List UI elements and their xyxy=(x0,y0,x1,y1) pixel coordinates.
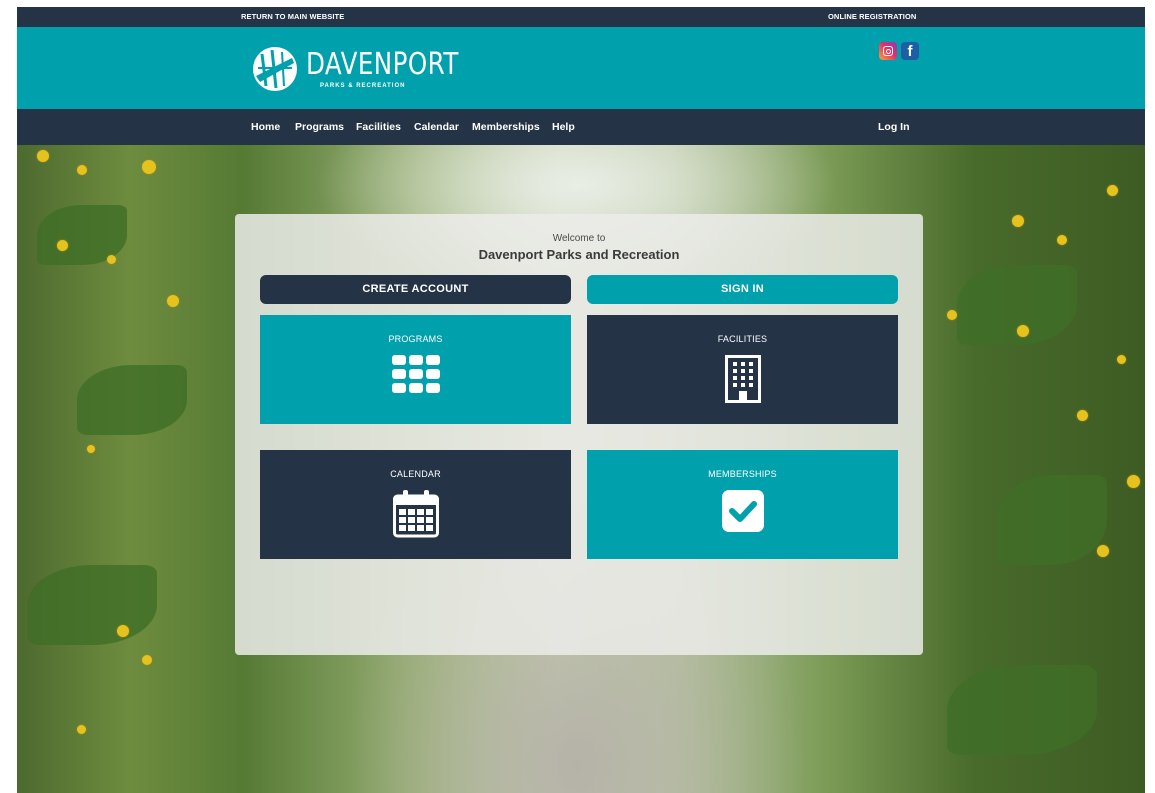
social-links: f xyxy=(879,42,919,60)
page-frame: RETURN TO MAIN WEBSITE ONLINE REGISTRATI… xyxy=(17,7,1145,793)
logo-emblem-icon xyxy=(253,47,297,91)
nav-item-facilities[interactable]: Facilities xyxy=(356,121,401,133)
facilities-tile-label: FACILITIES xyxy=(717,334,768,344)
hero-background: Welcome to Davenport Parks and Recreatio… xyxy=(17,145,1145,793)
top-utility-bar: RETURN TO MAIN WEBSITE ONLINE REGISTRATI… xyxy=(17,7,1145,27)
nav-item-calendar[interactable]: Calendar xyxy=(414,121,459,133)
nav-item-help[interactable]: Help xyxy=(552,121,575,133)
memberships-tile[interactable]: MEMBERSHIPS xyxy=(587,450,898,559)
facilities-tile[interactable]: FACILITIES xyxy=(587,315,898,424)
programs-tile[interactable]: PROGRAMS xyxy=(260,315,571,424)
return-to-main-website-link[interactable]: RETURN TO MAIN WEBSITE xyxy=(241,12,344,21)
site-header: DAVENPORT PARKS & RECREATION f xyxy=(17,27,1145,109)
calendar-icon xyxy=(392,490,439,543)
logo-name: DAVENPORT xyxy=(306,46,459,82)
logo-subtitle: PARKS & RECREATION xyxy=(320,82,406,89)
nav-item-programs[interactable]: Programs xyxy=(295,121,344,133)
login-link[interactable]: Log In xyxy=(878,121,910,133)
logo-text: DAVENPORT PARKS & RECREATION xyxy=(306,46,492,89)
create-account-button[interactable]: CREATE ACCOUNT xyxy=(260,275,571,304)
calendar-tile-label: CALENDAR xyxy=(390,469,441,479)
welcome-text: Welcome to xyxy=(552,233,606,244)
organization-name: Davenport Parks and Recreation xyxy=(478,247,680,262)
building-icon xyxy=(724,355,761,408)
grid-icon xyxy=(391,355,440,398)
instagram-icon[interactable] xyxy=(879,42,897,60)
online-registration-link[interactable]: ONLINE REGISTRATION xyxy=(828,12,916,21)
calendar-tile[interactable]: CALENDAR xyxy=(260,450,571,559)
memberships-tile-label: MEMBERSHIPS xyxy=(708,469,777,479)
nav-item-home[interactable]: Home xyxy=(251,121,280,133)
facebook-icon[interactable]: f xyxy=(901,42,919,60)
davenport-logo[interactable]: DAVENPORT PARKS & RECREATION xyxy=(252,43,492,95)
programs-tile-label: PROGRAMS xyxy=(388,334,443,344)
nav-item-memberships[interactable]: Memberships xyxy=(472,121,540,133)
sign-in-button[interactable]: SIGN IN xyxy=(587,275,898,304)
main-navigation: Home Programs Facilities Calendar Member… xyxy=(17,109,1145,145)
welcome-panel: Welcome to Davenport Parks and Recreatio… xyxy=(235,214,923,655)
checkbox-icon xyxy=(721,490,764,537)
